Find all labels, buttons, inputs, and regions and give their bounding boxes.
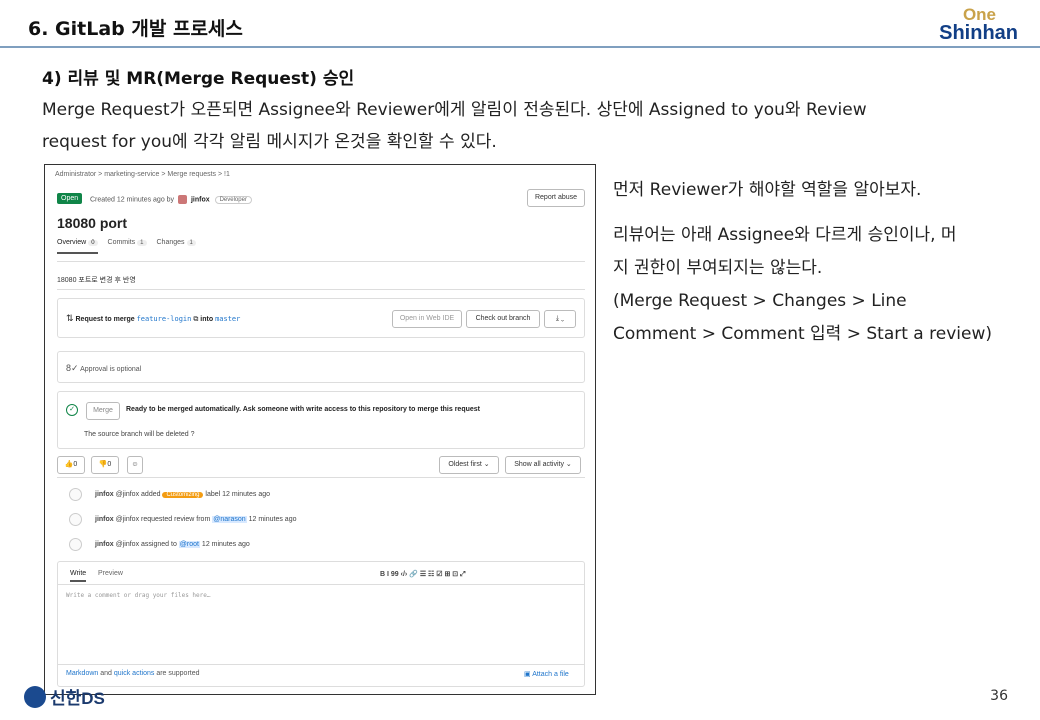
activity-item: jinfox @jinfox added Customizing label 1… <box>69 488 270 501</box>
note-line-5: Comment > Comment 입력 > Start a review) <box>613 324 992 344</box>
comment-footer-divider <box>58 664 584 665</box>
tab-write[interactable]: Write <box>70 570 87 582</box>
logo-one: One <box>962 5 996 24</box>
label-badge[interactable]: Customizing <box>162 492 204 498</box>
merge-box: ✓ Merge Ready to be merged automatically… <box>57 391 585 449</box>
tab-preview[interactable]: Preview <box>98 570 123 577</box>
tab-changes[interactable]: Changes 1 <box>157 239 196 254</box>
thumbs-up-button[interactable]: 👍0 <box>57 456 85 474</box>
avatar <box>178 195 188 204</box>
mr-title: 18080 port <box>57 215 128 231</box>
merge-button[interactable]: Merge <box>86 402 120 420</box>
reviewer-link[interactable]: @narason <box>212 516 247 523</box>
approval-text: 8✓ Approval is optional <box>66 363 142 373</box>
sort-dropdown[interactable]: Oldest first ⌄ <box>439 456 499 474</box>
gitlab-screenshot: Administrator > marketing-service > Merg… <box>44 164 596 695</box>
quick-actions-link[interactable]: quick actions <box>114 670 154 677</box>
one-shinhan-logo: One Shinhan <box>939 6 1018 43</box>
status-badge: Open <box>57 193 83 204</box>
mr-tabs: Overview 0 Commits 1 Changes 1 <box>57 239 196 254</box>
formatting-toolbar[interactable]: B I 99 ‹/› 🔗 ☰ ☷ ☑ ⊞ ⊡ ⤢ <box>380 570 466 579</box>
activity-divider <box>57 477 585 478</box>
note-line-1: 먼저 Reviewer가 해야할 역할을 알아보자. <box>613 180 922 200</box>
tabs-divider <box>57 261 585 262</box>
side-notes: 먼저 Reviewer가 해야할 역할을 알아보자. 리뷰어는 아래 Assig… <box>613 174 1033 351</box>
note-line-2: 리뷰어는 아래 Assignee와 다르게 승인이나, 머 <box>613 225 957 245</box>
emoji-button[interactable]: ☺ <box>127 456 143 474</box>
created-text: Created 12 minutes ago by <box>90 196 175 204</box>
mr-description: 18080 포트로 변경 후 반영 <box>57 277 136 284</box>
note-line-4: (Merge Request > Changes > Line <box>613 291 907 311</box>
user-icon <box>69 538 82 551</box>
role-badge: Developer <box>214 196 252 205</box>
page-number: 36 <box>990 688 1008 704</box>
company-logo: 신한DS <box>24 684 105 709</box>
markdown-help: Markdown and quick actions are supported <box>66 670 200 677</box>
checkout-branch-button[interactable]: Check out branch <box>466 310 540 328</box>
comment-box: Write Preview B I 99 ‹/› 🔗 ☰ ☷ ☑ ⊞ ⊡ ⤢ W… <box>57 561 585 687</box>
slide-title: 6. GitLab 개발 프로세스 <box>28 18 243 40</box>
copy-icon[interactable]: ⧉ <box>193 316 198 323</box>
section-subtitle: 4) 리뷰 및 MR(Merge Request) 승인 <box>42 69 355 89</box>
comment-textarea[interactable]: Write a comment or drag your files here… <box>66 592 576 660</box>
breadcrumb[interactable]: Administrator > marketing-service > Merg… <box>55 171 230 178</box>
author-name[interactable]: jinfox <box>191 196 210 203</box>
download-dropdown[interactable]: ⤓ ⌄ <box>544 310 576 328</box>
open-web-ide-button[interactable]: Open in Web IDE <box>392 310 462 328</box>
company-name: 신한DS <box>50 689 105 708</box>
merge-request-widget: ⇅ Request to merge feature-login ⧉ into … <box>57 298 585 338</box>
comment-toolbar-divider <box>58 584 584 585</box>
section-description: Merge Request가 오픈되면 Assignee와 Reviewer에게… <box>42 94 982 158</box>
approval-user-icon: 8✓ <box>66 363 79 373</box>
note-line-3: 지 권한이 부여되지는 않는다. <box>613 258 823 278</box>
desc-divider <box>57 289 585 290</box>
attach-file-button[interactable]: ▣ Attach a file <box>524 670 569 678</box>
source-branch[interactable]: feature-login <box>137 315 192 323</box>
activity-item: jinfox @jinfox requested review from @na… <box>69 513 296 526</box>
markdown-link[interactable]: Markdown <box>66 670 98 677</box>
header-divider <box>0 46 1040 48</box>
attach-icon: ▣ <box>524 671 531 678</box>
activity-filter-dropdown[interactable]: Show all activity ⌄ <box>505 456 581 474</box>
report-abuse-button[interactable]: Report abuse <box>527 189 585 207</box>
ready-to-merge-text: Ready to be merged automatically. Ask so… <box>126 406 480 413</box>
tab-commits[interactable]: Commits 1 <box>108 239 147 254</box>
label-icon <box>69 488 82 501</box>
branch-icon: ⇅ <box>66 313 74 323</box>
tab-overview[interactable]: Overview 0 <box>57 239 98 254</box>
desc-line-2: request for you에 각각 알림 메시지가 온것을 확인할 수 있다… <box>42 132 497 152</box>
approval-box: 8✓ Approval is optional <box>57 351 585 383</box>
target-branch[interactable]: master <box>215 315 240 323</box>
help-icon[interactable]: ? <box>191 431 195 438</box>
logo-shinhan: Shinhan <box>939 22 1018 44</box>
check-circle-icon: ✓ <box>66 404 78 416</box>
source-deleted-text: The source branch will be deleted ? <box>84 431 195 438</box>
smiley-icon: ☺ <box>131 461 139 468</box>
activity-item: jinfox @jinfox assigned to @root 12 minu… <box>69 538 250 551</box>
thumbs-down-button[interactable]: 👎0 <box>91 456 119 474</box>
request-to-merge-info: ⇅ Request to merge feature-login ⧉ into … <box>66 313 241 323</box>
assignee-link[interactable]: @root <box>178 541 200 548</box>
desc-line-1: Merge Request가 오픈되면 Assignee와 Reviewer에게… <box>42 100 867 120</box>
user-icon <box>69 513 82 526</box>
created-info: Created 12 minutes ago by jinfox Develop… <box>90 195 252 205</box>
shinhan-ball-icon <box>24 685 46 708</box>
